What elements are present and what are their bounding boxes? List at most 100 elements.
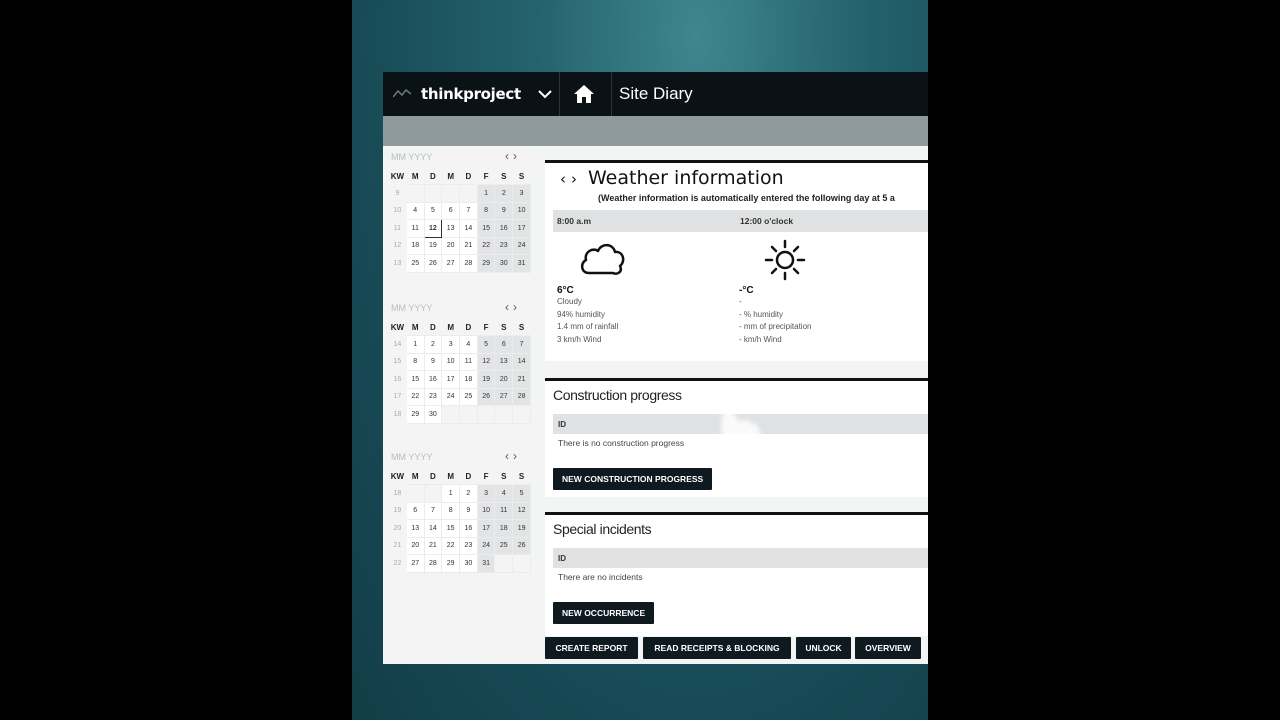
unlock-button[interactable]: UNLOCK — [796, 637, 851, 659]
calendar-day[interactable]: 28 — [512, 387, 531, 406]
calendar-day[interactable]: 13 — [441, 219, 461, 238]
calendar-day[interactable]: 29 — [476, 254, 496, 273]
calendar-day[interactable]: 29 — [405, 405, 425, 424]
calendar-day[interactable]: 8 — [405, 352, 425, 371]
calendar-day[interactable]: 19 — [423, 236, 443, 255]
calendar-day[interactable]: 20 — [494, 370, 514, 389]
month-year-placeholder[interactable]: MM YYYY — [391, 452, 432, 462]
calendar-day[interactable]: 14 — [459, 219, 478, 238]
new-occurrence-button[interactable]: NEW OCCURRENCE — [553, 602, 655, 624]
month-nav-icon[interactable]: ‹› — [505, 149, 521, 163]
calendar-day[interactable]: 27 — [441, 254, 461, 273]
calendar-day[interactable]: 18 — [494, 519, 514, 538]
calendar-day[interactable]: 16 — [494, 219, 514, 238]
calendar-day[interactable]: 10 — [476, 501, 496, 520]
calendar-day[interactable]: 28 — [423, 554, 443, 573]
prev-next-day-icon[interactable]: ‹› — [560, 170, 582, 188]
calendar-day[interactable]: 20 — [441, 236, 461, 255]
calendar-day[interactable]: 2 — [423, 335, 443, 354]
calendar-day[interactable]: 1 — [441, 484, 461, 503]
calendar-day[interactable]: 9 — [494, 201, 514, 220]
calendar-day[interactable]: 4 — [405, 201, 425, 220]
calendar-day[interactable]: 21 — [423, 536, 443, 555]
calendar-day[interactable]: 23 — [423, 387, 443, 406]
calendar-day[interactable]: 6 — [494, 335, 514, 354]
calendar-day[interactable]: 25 — [405, 254, 425, 273]
calendar-day[interactable]: 13 — [405, 519, 425, 538]
calendar-day[interactable]: 26 — [423, 254, 443, 273]
calendar-day[interactable]: 1 — [476, 184, 496, 203]
calendar-day[interactable]: 17 — [512, 219, 531, 238]
overview-button[interactable]: OVERVIEW — [855, 637, 921, 659]
calendar-day[interactable]: 17 — [476, 519, 496, 538]
calendar-day[interactable]: 6 — [441, 201, 461, 220]
calendar-day[interactable]: 12 — [423, 219, 443, 238]
calendar-day[interactable]: 5 — [512, 484, 531, 503]
calendar-day[interactable]: 25 — [459, 387, 478, 406]
calendar-day[interactable]: 26 — [512, 536, 531, 555]
calendar-day[interactable]: 4 — [459, 335, 478, 354]
calendar-day[interactable]: 30 — [423, 405, 443, 424]
calendar-day[interactable]: 8 — [476, 201, 496, 220]
month-year-placeholder[interactable]: MM YYYY — [391, 152, 432, 162]
chevron-down-icon[interactable] — [537, 87, 553, 101]
calendar-day[interactable]: 8 — [441, 501, 461, 520]
calendar-day[interactable]: 23 — [459, 536, 478, 555]
create-report-button[interactable]: CREATE REPORT — [545, 637, 638, 659]
calendar-day[interactable]: 31 — [476, 554, 496, 573]
calendar-day[interactable]: 16 — [459, 519, 478, 538]
breadcrumb-site-diary[interactable]: Site Diary — [619, 72, 693, 116]
calendar-day[interactable]: 24 — [441, 387, 461, 406]
calendar-day[interactable]: 7 — [512, 335, 531, 354]
calendar-day[interactable]: 5 — [423, 201, 443, 220]
new-construction-progress-button[interactable]: NEW CONSTRUCTION PROGRESS — [553, 468, 713, 490]
calendar-day[interactable]: 17 — [441, 370, 461, 389]
calendar-day[interactable]: 22 — [405, 387, 425, 406]
calendar-day[interactable]: 21 — [512, 370, 531, 389]
calendar-day[interactable]: 4 — [494, 484, 514, 503]
calendar-day[interactable]: 12 — [512, 501, 531, 520]
calendar-day[interactable]: 27 — [405, 554, 425, 573]
calendar-day[interactable]: 11 — [494, 501, 514, 520]
calendar-day[interactable]: 20 — [405, 536, 425, 555]
calendar-day[interactable]: 30 — [494, 254, 514, 273]
calendar-day[interactable]: 3 — [476, 484, 496, 503]
calendar-day[interactable]: 9 — [423, 352, 443, 371]
calendar-day[interactable]: 11 — [405, 219, 425, 238]
month-nav-icon[interactable]: ‹› — [505, 300, 521, 314]
calendar-day[interactable]: 2 — [459, 484, 478, 503]
calendar-day[interactable]: 25 — [494, 536, 514, 555]
calendar-day[interactable]: 14 — [423, 519, 443, 538]
calendar-day[interactable]: 19 — [512, 519, 531, 538]
calendar-day[interactable]: 26 — [476, 387, 496, 406]
read-receipts-blocking-button[interactable]: READ RECEIPTS & BLOCKING — [643, 637, 791, 659]
calendar-day[interactable]: 29 — [441, 554, 461, 573]
calendar-day[interactable]: 18 — [459, 370, 478, 389]
calendar-day[interactable]: 2 — [494, 184, 514, 203]
calendar-day[interactable]: 30 — [459, 554, 478, 573]
calendar-day[interactable]: 13 — [494, 352, 514, 371]
calendar-day[interactable]: 21 — [459, 236, 478, 255]
calendar-day[interactable]: 10 — [512, 201, 531, 220]
calendar-day[interactable]: 5 — [476, 335, 496, 354]
calendar-day[interactable]: 12 — [476, 352, 496, 371]
month-nav-icon[interactable]: ‹› — [505, 449, 521, 463]
calendar-day[interactable]: 3 — [441, 335, 461, 354]
calendar-day[interactable]: 16 — [423, 370, 443, 389]
calendar-day[interactable]: 24 — [476, 536, 496, 555]
calendar-day[interactable]: 18 — [405, 236, 425, 255]
calendar-day[interactable]: 23 — [494, 236, 514, 255]
calendar-day[interactable]: 7 — [423, 501, 443, 520]
calendar-day[interactable]: 31 — [512, 254, 531, 273]
calendar-day[interactable]: 28 — [459, 254, 478, 273]
calendar-day[interactable]: 6 — [405, 501, 425, 520]
calendar-day[interactable]: 14 — [512, 352, 531, 371]
calendar-day[interactable]: 24 — [512, 236, 531, 255]
calendar-day[interactable]: 9 — [459, 501, 478, 520]
calendar-day[interactable]: 22 — [476, 236, 496, 255]
calendar-day[interactable]: 19 — [476, 370, 496, 389]
brand-logo[interactable]: thinkproject — [393, 72, 521, 116]
calendar-day[interactable]: 10 — [441, 352, 461, 371]
home-icon[interactable] — [573, 84, 595, 104]
calendar-day[interactable]: 7 — [459, 201, 478, 220]
